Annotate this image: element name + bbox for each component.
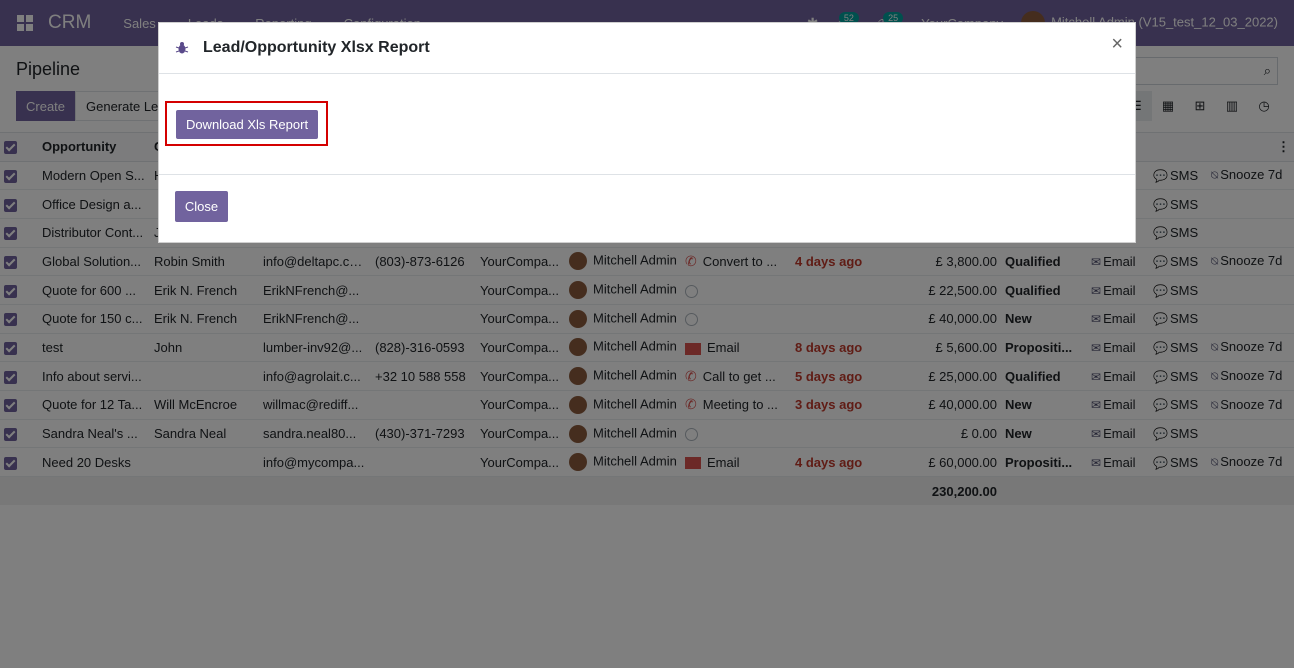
dialog-title: Lead/Opportunity Xlsx Report xyxy=(203,39,430,56)
dialog-body: Download Xls Report xyxy=(159,74,1135,175)
download-xls-report-button[interactable]: Download Xls Report xyxy=(176,110,318,139)
dialog-footer: Close xyxy=(159,175,1135,243)
dialog-header: Lead/Opportunity Xlsx Report × xyxy=(159,23,1135,74)
close-button[interactable]: Close xyxy=(175,191,228,222)
xlsx-report-dialog: Lead/Opportunity Xlsx Report × Download … xyxy=(158,22,1136,243)
close-icon[interactable]: × xyxy=(1111,34,1123,54)
bug-icon xyxy=(175,42,189,54)
